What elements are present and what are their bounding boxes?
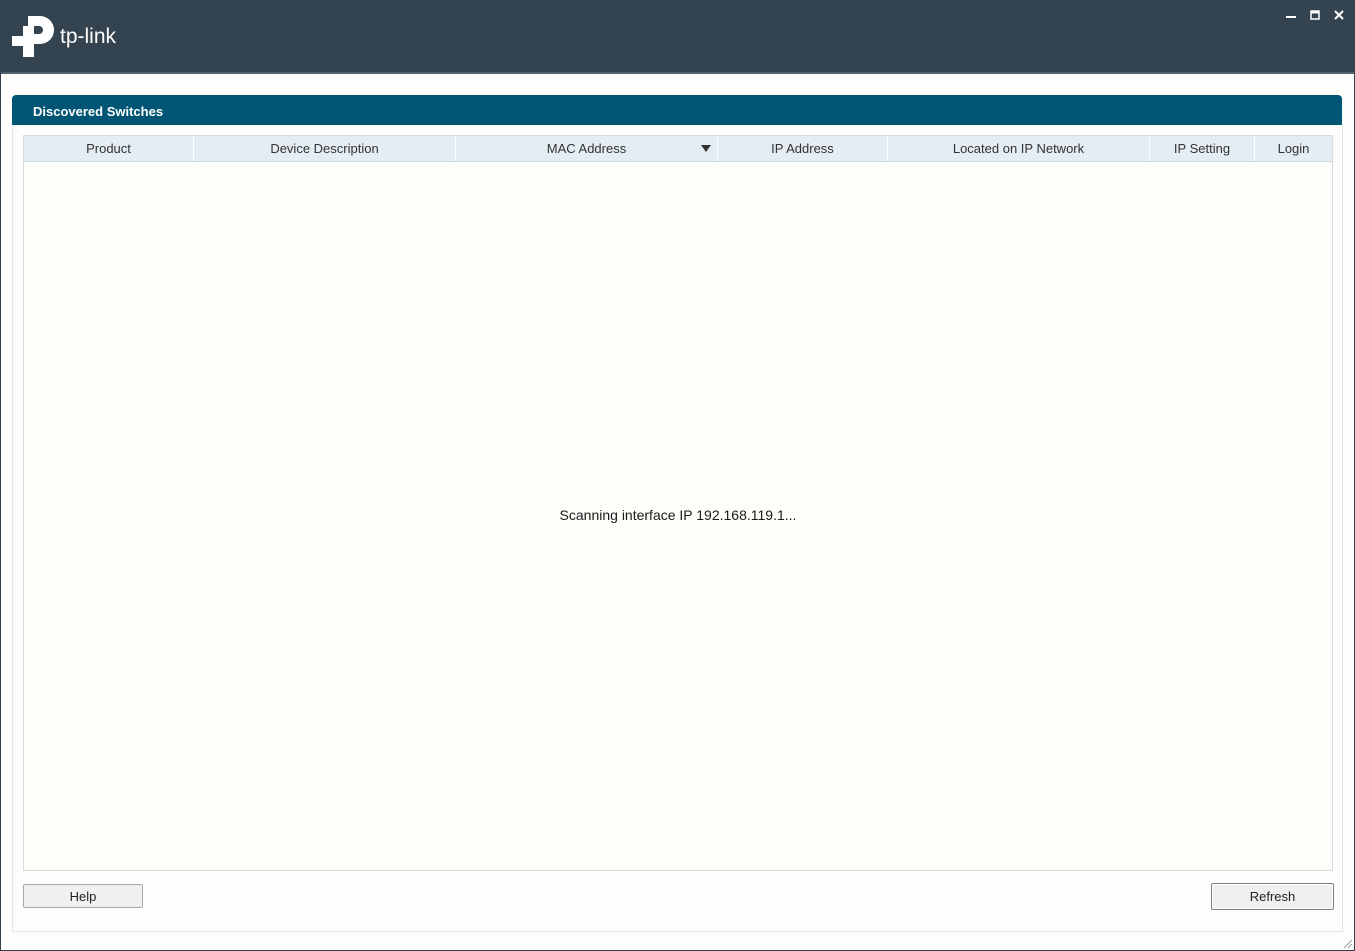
brand-name: tp-link xyxy=(60,25,117,48)
maximize-icon xyxy=(1310,10,1320,20)
help-button[interactable]: Help xyxy=(23,884,143,908)
close-button[interactable] xyxy=(1332,9,1346,23)
title-bar[interactable]: tp-link xyxy=(1,1,1354,74)
column-header-device-description[interactable]: Device Description xyxy=(194,136,456,161)
column-header-login[interactable]: Login xyxy=(1255,136,1332,161)
tp-link-logo: tp-link xyxy=(12,14,132,60)
column-header-ip-setting[interactable]: IP Setting xyxy=(1150,136,1255,161)
panel-title: Discovered Switches xyxy=(33,104,164,119)
refresh-button[interactable]: Refresh xyxy=(1211,883,1334,910)
minimize-button[interactable] xyxy=(1284,9,1298,23)
close-icon xyxy=(1334,10,1344,20)
minimize-icon xyxy=(1286,16,1296,18)
column-header-ip-address[interactable]: IP Address xyxy=(718,136,888,161)
column-header-located-on-ip-network[interactable]: Located on IP Network xyxy=(888,136,1150,161)
window-controls xyxy=(1284,9,1346,23)
app-window: tp-link Discovered Switches Product Devi… xyxy=(0,0,1355,951)
column-header-mac-address[interactable]: MAC Address xyxy=(456,136,718,161)
scan-status-text: Scanning interface IP 192.168.119.1... xyxy=(559,507,797,523)
resize-grip-icon[interactable] xyxy=(1343,939,1353,949)
switches-table: Product Device Description MAC Address I… xyxy=(23,135,1333,871)
discovered-switches-header: Discovered Switches xyxy=(12,95,1342,125)
mac-address-label: MAC Address xyxy=(546,141,627,156)
table-header: Product Device Description MAC Address I… xyxy=(24,136,1332,162)
sort-descending-icon xyxy=(701,145,711,152)
maximize-button[interactable] xyxy=(1308,9,1322,23)
tp-link-logo-icon xyxy=(12,16,54,57)
column-header-product[interactable]: Product xyxy=(24,136,194,161)
